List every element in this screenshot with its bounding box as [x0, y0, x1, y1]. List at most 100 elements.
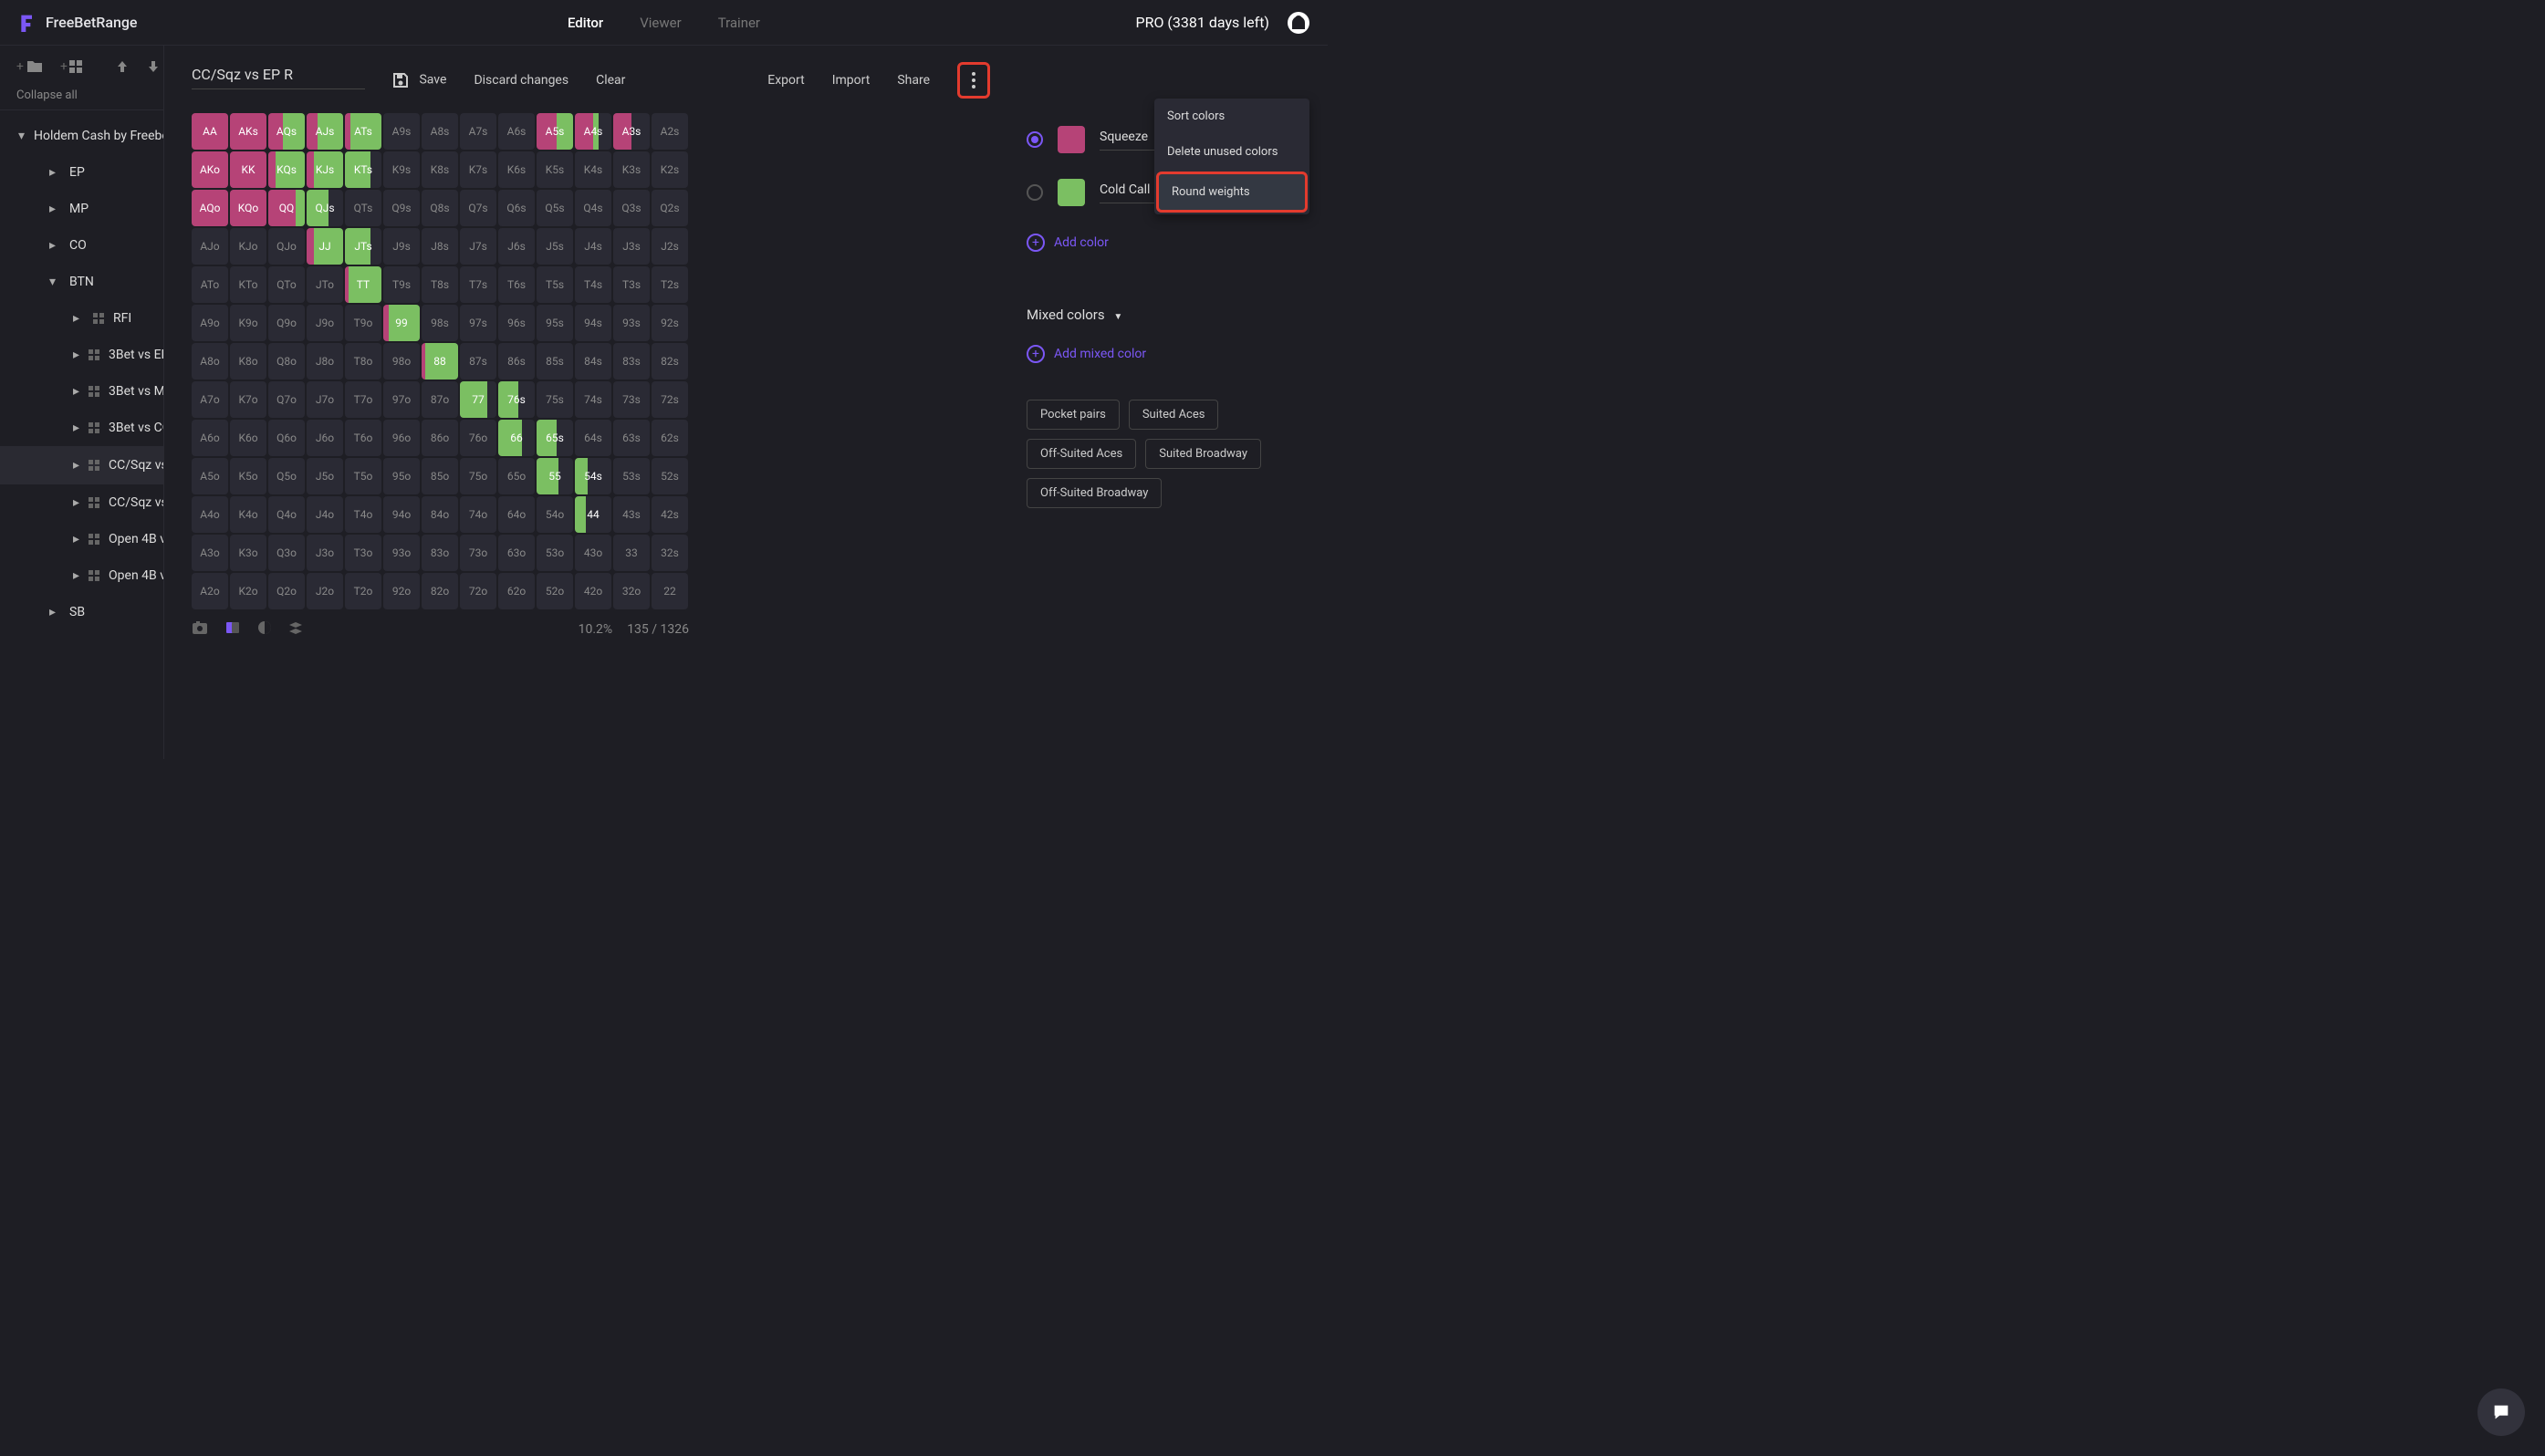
discard-button[interactable]: Discard changes	[474, 73, 568, 88]
grid-cell[interactable]: J2s	[652, 228, 688, 265]
grid-cell[interactable]: Q2o	[268, 573, 305, 609]
grid-cell[interactable]: J3s	[613, 228, 650, 265]
grid-cell[interactable]: 93s	[613, 305, 650, 341]
grid-cell[interactable]: T2s	[652, 266, 688, 303]
grid-cell[interactable]: AA	[192, 113, 228, 150]
grid-cell[interactable]: AKs	[230, 113, 266, 150]
grid-cell[interactable]: 84o	[422, 496, 458, 533]
add-mixed-color-button[interactable]: + Add mixed color	[1027, 345, 1300, 363]
grid-cell[interactable]: T9o	[345, 305, 381, 341]
grid-cell[interactable]: J7s	[460, 228, 496, 265]
tag-suited-aces[interactable]: Suited Aces	[1129, 400, 1219, 430]
tag-off-suited-broadway[interactable]: Off-Suited Broadway	[1027, 478, 1162, 508]
grid-cell[interactable]: 85s	[537, 343, 573, 380]
grid-cell[interactable]: Q9o	[268, 305, 305, 341]
grid-cell[interactable]: QJs	[307, 190, 343, 226]
mixed-colors-header[interactable]: Mixed colors ▼	[1027, 307, 1300, 323]
grid-cell[interactable]: 75o	[460, 458, 496, 494]
grid-cell[interactable]: 64o	[498, 496, 535, 533]
grid-cell[interactable]: 83o	[422, 535, 458, 571]
grid-cell[interactable]: 33	[613, 535, 650, 571]
share-button[interactable]: Share	[897, 73, 930, 88]
grid-cell[interactable]: J9o	[307, 305, 343, 341]
grid-cell[interactable]: J3o	[307, 535, 343, 571]
grid-cell[interactable]: 62o	[498, 573, 535, 609]
export-button[interactable]: Export	[767, 73, 804, 88]
grid-cell[interactable]: 92s	[652, 305, 688, 341]
grid-cell[interactable]: Q5o	[268, 458, 305, 494]
grid-cell[interactable]: T9s	[383, 266, 420, 303]
tree-pos-ep[interactable]: ▸ EP	[0, 154, 163, 191]
grid-cell[interactable]: Q3s	[613, 190, 650, 226]
grid-cell[interactable]: K6s	[498, 151, 535, 188]
grid-cell[interactable]: 73s	[613, 381, 650, 418]
grid-cell[interactable]: J8o	[307, 343, 343, 380]
grid-cell[interactable]: K2o	[230, 573, 266, 609]
grid-cell[interactable]: 88	[422, 343, 458, 380]
grid-cell[interactable]: K9o	[230, 305, 266, 341]
grid-cell[interactable]: 62s	[652, 420, 688, 456]
grid-cell[interactable]: T6s	[498, 266, 535, 303]
grid-cell[interactable]: T4s	[575, 266, 611, 303]
popup-delete-unused[interactable]: Delete unused colors	[1154, 134, 1309, 170]
grid-cell[interactable]: J6o	[307, 420, 343, 456]
grid-cell[interactable]: 99	[383, 305, 420, 341]
grid-cell[interactable]: 93o	[383, 535, 420, 571]
grid-cell[interactable]: 32o	[613, 573, 650, 609]
grid-cell[interactable]: Q6o	[268, 420, 305, 456]
grid-cell[interactable]: K2s	[652, 151, 688, 188]
swatch-coldcall[interactable]	[1058, 179, 1085, 206]
grid-cell[interactable]: 55	[537, 458, 573, 494]
grid-cell[interactable]: J6s	[498, 228, 535, 265]
grid-cell[interactable]: 95o	[383, 458, 420, 494]
grid-cell[interactable]: Q4o	[268, 496, 305, 533]
cards-icon[interactable]	[224, 620, 241, 639]
grid-cell[interactable]: J8s	[422, 228, 458, 265]
grid-cell[interactable]: Q6s	[498, 190, 535, 226]
grid-cell[interactable]: AJs	[307, 113, 343, 150]
tag-pocket-pairs[interactable]: Pocket pairs	[1027, 400, 1120, 430]
grid-cell[interactable]: A7o	[192, 381, 228, 418]
grid-cell[interactable]: 52s	[652, 458, 688, 494]
popup-sort-colors[interactable]: Sort colors	[1154, 99, 1309, 134]
grid-cell[interactable]: 72s	[652, 381, 688, 418]
grid-cell[interactable]: Q7s	[460, 190, 496, 226]
grid-cell[interactable]: 54o	[537, 496, 573, 533]
grid-cell[interactable]: A8s	[422, 113, 458, 150]
range-title[interactable]: CC/Sqz vs EP R	[192, 66, 365, 89]
grid-cell[interactable]: A2o	[192, 573, 228, 609]
mode-viewer[interactable]: Viewer	[640, 15, 681, 31]
grid-cell[interactable]: 53s	[613, 458, 650, 494]
grid-cell[interactable]: A2s	[652, 113, 688, 150]
tree-item[interactable]: ▸3Bet vs MP	[0, 373, 163, 410]
grid-cell[interactable]: K7o	[230, 381, 266, 418]
grid-cell[interactable]: J5s	[537, 228, 573, 265]
grid-cell[interactable]: 82s	[652, 343, 688, 380]
collapse-all-button[interactable]: Collapse all	[0, 81, 163, 110]
grid-cell[interactable]: J4s	[575, 228, 611, 265]
grid-cell[interactable]: 75s	[537, 381, 573, 418]
grid-cell[interactable]: A4o	[192, 496, 228, 533]
grid-cell[interactable]: 96o	[383, 420, 420, 456]
range-grid[interactable]: AAAKsAQsAJsATsA9sA8sA7sA6sA5sA4sA3sA2sAK…	[192, 113, 990, 609]
grid-cell[interactable]: 42o	[575, 573, 611, 609]
grid-cell[interactable]: J2o	[307, 573, 343, 609]
grid-cell[interactable]: 87s	[460, 343, 496, 380]
grid-cell[interactable]: A6s	[498, 113, 535, 150]
grid-cell[interactable]: Q3o	[268, 535, 305, 571]
tree-pos-mp[interactable]: ▸ MP	[0, 191, 163, 227]
grid-cell[interactable]: 96s	[498, 305, 535, 341]
grid-cell[interactable]: JTs	[345, 228, 381, 265]
grid-cell[interactable]: T6o	[345, 420, 381, 456]
grid-cell[interactable]: 92o	[383, 573, 420, 609]
grid-cell[interactable]: 94o	[383, 496, 420, 533]
camera-icon[interactable]	[192, 620, 208, 639]
grid-cell[interactable]: 64s	[575, 420, 611, 456]
grid-cell[interactable]: K4o	[230, 496, 266, 533]
grid-cell[interactable]: 82o	[422, 573, 458, 609]
grid-cell[interactable]: 98o	[383, 343, 420, 380]
grid-cell[interactable]: 65o	[498, 458, 535, 494]
grid-cell[interactable]: 32s	[652, 535, 688, 571]
avatar-icon[interactable]	[1288, 12, 1309, 34]
grid-cell[interactable]: 44	[575, 496, 611, 533]
